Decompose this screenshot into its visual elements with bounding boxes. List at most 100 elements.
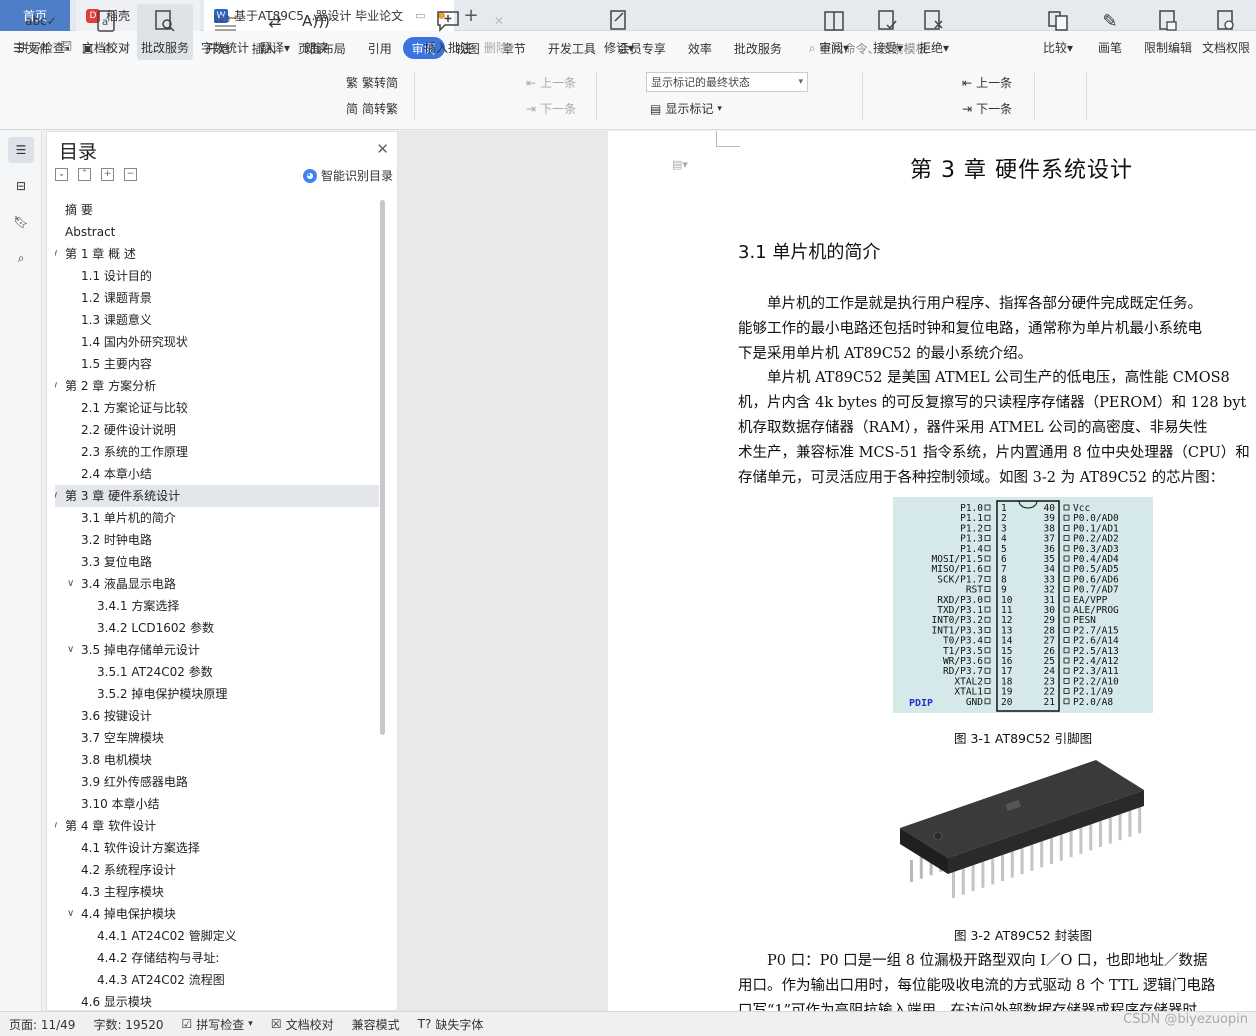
toc-item[interactable]: 3.5.1 AT24C02 参数 <box>55 661 379 683</box>
toc-item[interactable]: 3.4.1 方案选择 <box>55 595 379 617</box>
menu-tab[interactable]: 批改服务 <box>723 37 793 59</box>
toc-item[interactable]: 4.6 显示模块 <box>55 991 379 1009</box>
pin-box <box>984 647 991 654</box>
next-change-icon: ⇥ <box>962 101 973 116</box>
toc-item[interactable]: 4.1 软件设计方案选择 <box>55 837 379 859</box>
toc-item[interactable]: 1.5 主要内容 <box>55 353 379 375</box>
chevron-down-icon[interactable]: ∨ <box>55 375 58 397</box>
proof-toggle[interactable]: ☒ 文档校对 <box>262 1016 343 1033</box>
toc-item[interactable]: 3.6 按键设计 <box>55 705 379 727</box>
toc-item[interactable]: 3.9 红外传感器电路 <box>55 771 379 793</box>
toc-item[interactable]: 3.3 复位电路 <box>55 551 379 573</box>
toc-item[interactable]: 2.4 本章小结 <box>55 463 379 485</box>
read-aloud-button[interactable]: A))) 朗读 <box>298 4 334 60</box>
menu-tab[interactable]: 开发工具 <box>537 37 607 59</box>
compare-button[interactable]: 比较▾ <box>1038 4 1078 60</box>
toc-scrollbar[interactable] <box>380 200 385 735</box>
collapse-icon[interactable]: − <box>124 168 137 181</box>
toc-item[interactable]: 1.1 设计目的 <box>55 265 379 287</box>
close-icon[interactable]: ✕ <box>376 140 389 158</box>
delete-comment-button[interactable]: ✕ 删除▾ <box>480 4 518 60</box>
toc-item[interactable]: ∨ 4.4 掉电保护模块 <box>55 903 379 925</box>
toc-item[interactable]: 3.10 本章小结 <box>55 793 379 815</box>
toc-item[interactable]: ∨ 第 1 章 概 述 <box>55 243 379 265</box>
chevron-down-icon[interactable]: ∨ <box>67 903 74 925</box>
smart-toc-label: 智能识别目录 <box>320 169 393 183</box>
toc-item[interactable]: 2.2 硬件设计说明 <box>55 419 379 441</box>
word-count-button[interactable]: 123 字数统计 <box>197 4 253 60</box>
paragraph-menu-icon[interactable]: ▤▾ <box>672 158 688 171</box>
pen-button[interactable]: ✎ 画笔 <box>1092 4 1128 60</box>
menu-tab[interactable]: 效率 <box>677 37 723 59</box>
navigation-icon[interactable]: ⊟ <box>8 173 34 199</box>
prev-change-button[interactable]: ⇤ 上一条 <box>962 74 1012 91</box>
toc-item[interactable]: 3.8 电机模块 <box>55 749 379 771</box>
review-pane-button[interactable]: 审阅▾ <box>814 4 854 60</box>
toc-item[interactable]: 3.2 时钟电路 <box>55 529 379 551</box>
spell-check-button[interactable]: abc✓ 拼写检查 <box>10 4 72 60</box>
translate-button[interactable]: ⇄ 翻译▾ <box>256 4 294 60</box>
toc-item[interactable]: 2.1 方案论证与比较 <box>55 397 379 419</box>
collapse-down-icon[interactable]: ⌄ <box>55 168 68 181</box>
toc-item[interactable]: ∨ 3.4 液晶显示电路 <box>55 573 379 595</box>
smart-toc-button[interactable]: ◕ 智能识别目录 <box>302 167 393 184</box>
toc-item[interactable]: 1.4 国内外研究现状 <box>55 331 379 353</box>
chevron-down-icon[interactable]: ∨ <box>55 815 58 837</box>
chevron-down-icon[interactable]: ∨ <box>55 243 58 265</box>
toc-item[interactable]: 摘 要 <box>55 199 379 221</box>
toc-item[interactable]: 4.4.3 AT24C02 流程图 <box>55 969 379 991</box>
toc-item[interactable]: ∨ 第 2 章 方案分析 <box>55 375 379 397</box>
reject-button[interactable]: 拒绝▾ <box>914 4 954 60</box>
search-icon[interactable]: ⌕ <box>8 245 34 271</box>
insert-comment-button[interactable]: 插入批注 <box>420 4 476 60</box>
chevron-down-icon[interactable]: ∨ <box>67 639 74 661</box>
body-text-line: P0 口：P0 口是一组 8 位漏极开路型双向 I／O 口，也即地址／数据 <box>738 953 1208 969</box>
page-indicator[interactable]: 页面: 11/49 <box>0 1016 84 1033</box>
toc-item[interactable]: ∨ 3.5 掉电存储单元设计 <box>55 639 379 661</box>
bookmark-icon[interactable]: 🔖︎ <box>8 209 34 235</box>
toc-item-label: 3.9 红外传感器电路 <box>81 775 188 789</box>
collapse-up-icon[interactable]: ⌃ <box>78 168 91 181</box>
toc-item[interactable]: 3.5.2 掉电保护模块原理 <box>55 683 379 705</box>
missing-font-button[interactable]: T? 缺失字体 <box>409 1016 493 1033</box>
pen-icon: ✎ <box>1102 10 1118 32</box>
chip-leg <box>991 858 995 885</box>
toc-item-label: 3.1 单片机的简介 <box>81 511 176 525</box>
toc-item[interactable]: 4.2 系统程序设计 <box>55 859 379 881</box>
toc-item[interactable]: 4.4.2 存储结构与寻址: <box>55 947 379 969</box>
toc-item[interactable]: 3.4.2 LCD1602 参数 <box>55 617 379 639</box>
proofread-button[interactable]: a 文档校对 <box>78 4 134 60</box>
next-comment-button[interactable]: ⇥ 下一条 <box>526 100 576 117</box>
chevron-down-icon[interactable]: ∨ <box>67 573 74 595</box>
trad-to-simp-button[interactable]: 繁繁转简 <box>346 74 398 91</box>
expand-icon[interactable]: + <box>101 168 114 181</box>
simp-to-trad-button[interactable]: 简简转繁 <box>346 100 398 117</box>
toc-item[interactable]: 4.3 主程序模块 <box>55 881 379 903</box>
chevron-down-icon[interactable]: ∨ <box>55 485 58 507</box>
toc-item[interactable]: 3.1 单片机的简介 <box>55 507 379 529</box>
word-count-indicator[interactable]: 字数: 19520 <box>84 1016 172 1033</box>
document-permission-button[interactable]: 文档权限 <box>1198 4 1254 60</box>
toc-item[interactable]: 4.4.1 AT24C02 管脚定义 <box>55 925 379 947</box>
markup-state-select[interactable]: 显示标记的最终状态 ▾ <box>646 72 808 92</box>
track-changes-button[interactable]: 修订▾ <box>600 4 638 60</box>
toc-item[interactable]: 3.7 空车牌模块 <box>55 727 379 749</box>
toc-item[interactable]: ∨ 第 4 章 软件设计 <box>55 815 379 837</box>
menu-tab[interactable]: 引用 <box>357 37 403 59</box>
toc-item[interactable]: Abstract <box>55 221 379 243</box>
restrict-edit-button[interactable]: 限制编辑 <box>1140 4 1196 60</box>
pin-number: 21 <box>1044 697 1056 708</box>
grading-service-button[interactable]: 批改服务 <box>137 4 193 60</box>
toc-item[interactable]: 1.2 课题背景 <box>55 287 379 309</box>
toc-item[interactable]: 1.3 课题意义 <box>55 309 379 331</box>
prev-comment-button[interactable]: ⇤ 上一条 <box>526 74 576 91</box>
spell-check-toggle[interactable]: ☑ 拼写检查 ▾ <box>173 1016 262 1033</box>
next-change-button[interactable]: ⇥ 下一条 <box>962 100 1012 117</box>
show-markup-button[interactable]: ▤ 显示标记 ▾ <box>650 100 722 117</box>
prev-icon: ⇤ <box>526 75 537 90</box>
toc-item[interactable]: ∨ 第 3 章 硬件系统设计 <box>55 485 379 507</box>
toc-item[interactable]: 2.3 系统的工作原理 <box>55 441 379 463</box>
accept-button[interactable]: 接受▾ <box>868 4 908 60</box>
toc-panel-icon[interactable]: ☰ <box>8 137 34 163</box>
translate-icon: ⇄ <box>268 11 282 31</box>
